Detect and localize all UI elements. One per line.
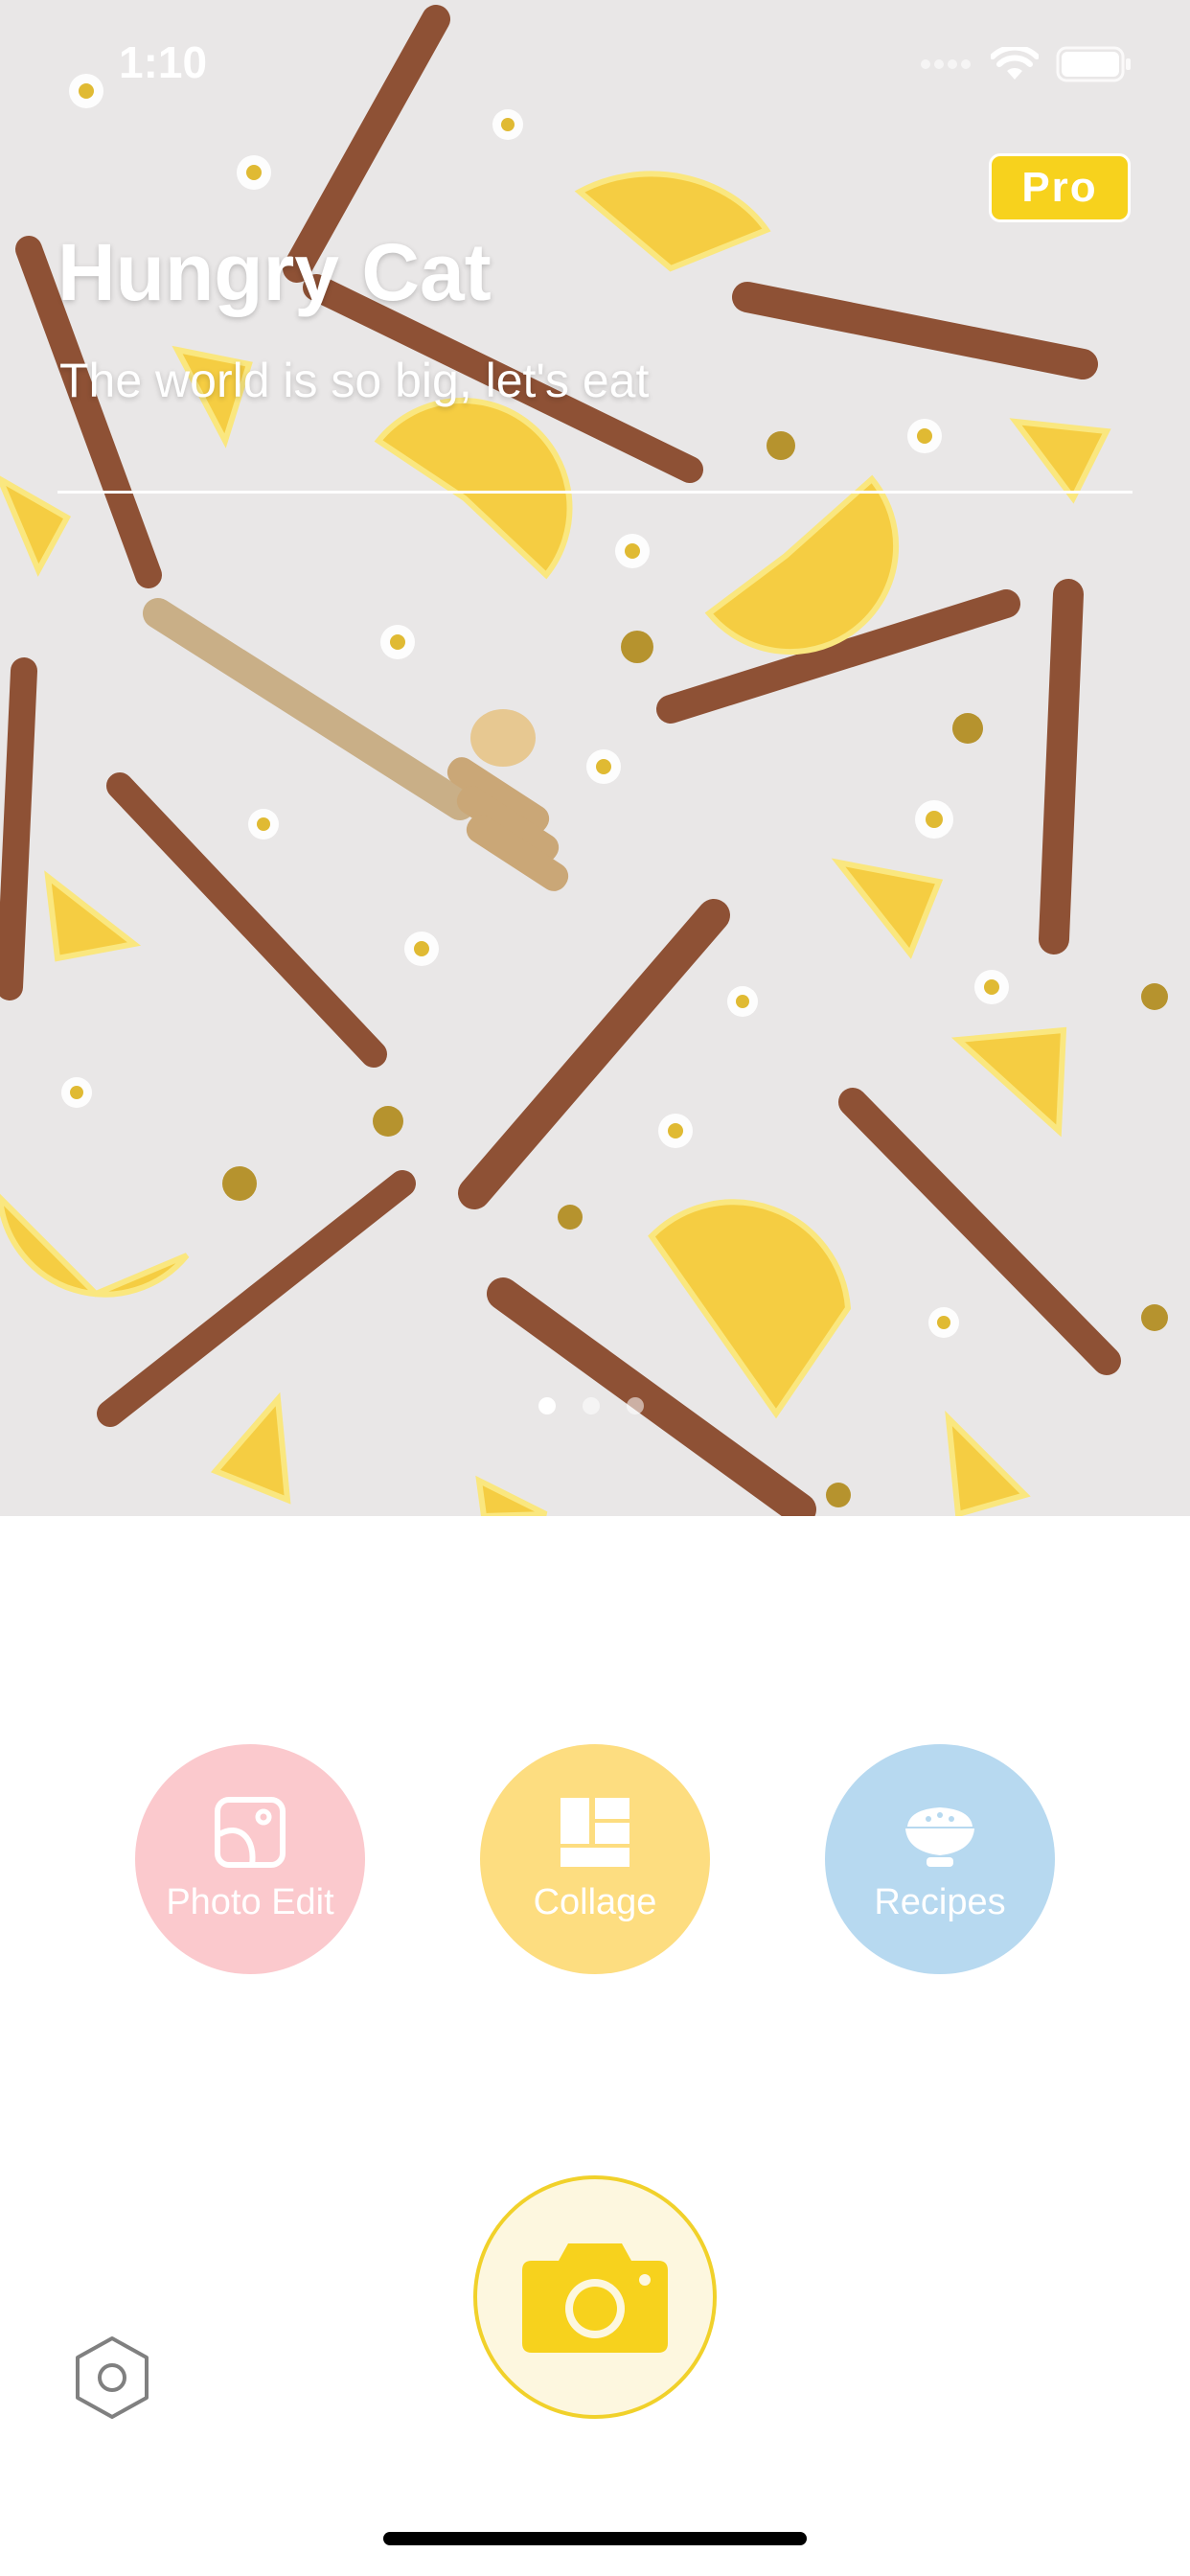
status-bar: 1:10 xyxy=(0,0,1190,126)
app-title: Hungry Cat xyxy=(57,227,492,317)
photo-edit-button[interactable]: Photo Edit xyxy=(135,1744,365,1974)
page-dot-3[interactable] xyxy=(627,1397,644,1414)
settings-button[interactable] xyxy=(69,2334,155,2421)
status-indicators xyxy=(920,46,1133,82)
camera-icon xyxy=(522,2243,668,2353)
battery-icon xyxy=(1056,46,1131,82)
pro-button[interactable]: Pro xyxy=(989,153,1131,222)
status-time: 1:10 xyxy=(119,37,208,87)
collage-icon xyxy=(561,1797,629,1867)
page-indicator[interactable] xyxy=(538,1397,644,1414)
signal-dots-icon xyxy=(921,59,971,69)
home-indicator[interactable] xyxy=(383,2532,807,2545)
rice-bowl-icon xyxy=(905,1806,974,1867)
wifi-icon xyxy=(991,47,1039,80)
collage-label: Collage xyxy=(533,1881,657,1922)
photo-edit-label: Photo Edit xyxy=(166,1881,334,1922)
page-dot-1[interactable] xyxy=(538,1397,556,1414)
settings-hexagon-icon xyxy=(76,2336,149,2419)
recipes-label: Recipes xyxy=(874,1881,1006,1922)
page-dot-2[interactable] xyxy=(583,1397,600,1414)
camera-button[interactable] xyxy=(473,2175,717,2419)
hero-divider xyxy=(57,491,1133,494)
hero-banner[interactable]: 1:10 Pro Hungry Cat The world is so big,… xyxy=(0,0,1190,1516)
app-subtitle: The world is so big, let's eat xyxy=(59,354,650,407)
collage-button[interactable]: Collage xyxy=(480,1744,710,1974)
recipes-button[interactable]: Recipes xyxy=(825,1744,1055,1974)
photo-edit-icon xyxy=(215,1796,286,1868)
